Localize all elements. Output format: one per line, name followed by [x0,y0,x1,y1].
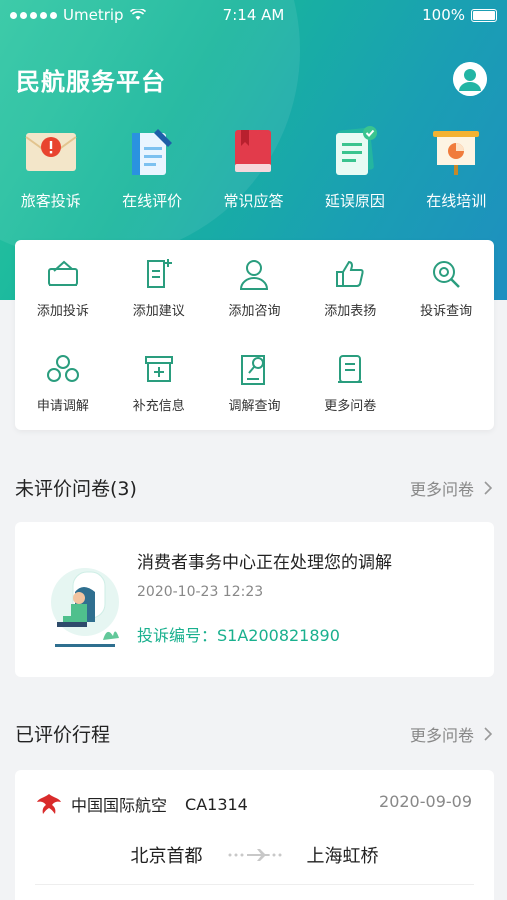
chevron-right-icon [484,480,492,495]
action-mediation-search[interactable]: 调解查询 [207,349,303,444]
survey-datetime: 2020-10-23 12:23 [137,584,264,600]
action-label: 添加表扬 [324,304,377,319]
add-complaint-icon [47,260,78,286]
unrated-section-title: 未评价问卷(3) [15,478,137,500]
battery-icon [471,8,497,22]
menu-knowledge[interactable]: 常识应答 [203,122,304,211]
action-complaint-search[interactable]: 投诉查询 [398,254,494,349]
action-more-survey[interactable]: 更多问卷 [302,349,398,444]
menu-evaluation-label: 在线评价 [122,192,183,210]
rated-section-header: 已评价行程 更多问卷 [15,720,492,747]
menu-delay[interactable]: 延误原因 [304,122,405,211]
arrival-city: 上海虹桥 [306,846,379,867]
action-label: 添加投诉 [36,304,89,319]
menu-evaluation[interactable]: 在线评价 [101,122,202,211]
knowledge-book-icon [235,130,272,172]
add-consult-icon [240,260,269,290]
complaint-number: 投诉编号：S1A200821890 [137,626,340,645]
rated-section-title: 已评价行程 [15,724,111,746]
survey-card[interactable]: 消费者事务中心正在处理您的调解 2020-10-23 12:23 投诉编号：S1… [15,522,494,677]
action-label: 更多问卷 [324,399,377,414]
action-label: 添加建议 [132,304,185,319]
avatar[interactable] [453,62,487,96]
top-menu: 旅客投诉 在线评价 常识应答 延误原因 在线培训 [0,122,507,211]
battery-percent: 100% [422,6,465,24]
user-icon [453,62,487,96]
menu-delay-label: 延误原因 [324,192,385,210]
complaint-search-icon [433,261,460,288]
flight-number: CA1314 [185,794,248,814]
action-mediation[interactable]: 申请调解 [15,349,111,444]
survey-title: 消费者事务中心正在处理您的调解 [137,553,392,573]
menu-training-label: 在线培训 [426,192,487,210]
air-china-logo-icon [37,794,61,814]
rated-more-link[interactable]: 更多问卷 [410,722,492,746]
rated-more-label: 更多问卷 [409,725,474,745]
more-survey-icon [338,355,363,383]
action-add-praise[interactable]: 添加表扬 [302,254,398,349]
complaint-envelope-icon [25,133,77,171]
status-bar: Umetrip 7:14 AM 100% [0,0,507,32]
action-add-complaint[interactable]: 添加投诉 [15,254,111,349]
unrated-section-header: 未评价问卷(3) 更多问卷 [15,474,492,501]
airline-name: 中国国际航空 [71,796,168,815]
action-label: 添加咨询 [228,304,281,319]
menu-complaint-label: 旅客投诉 [20,192,81,210]
action-label: 投诉查询 [420,304,473,319]
action-label: 调解查询 [228,399,281,414]
airline-row: 中国国际航空 CA1314 [35,792,248,816]
page-title: 民航服务平台 [16,68,166,96]
action-label: 补充信息 [132,399,185,414]
trip-date: 2020-09-09 [379,792,472,811]
menu-complaint[interactable]: 旅客投诉 [0,122,101,211]
add-suggestion-icon [146,259,172,288]
action-supplement[interactable]: 补充信息 [111,349,207,444]
action-label: 申请调解 [36,399,89,414]
illustration-image [35,552,135,662]
chevron-right-icon [484,726,492,741]
trip-card[interactable]: 中国国际航空 CA1314 2020-09-09 北京首都 上海虹桥 [15,770,494,900]
action-add-consult[interactable]: 添加咨询 [207,254,303,349]
mediation-search-icon [241,355,266,385]
divider [35,884,474,885]
evaluation-notebook-icon [132,129,173,175]
unrated-more-link[interactable]: 更多问卷 [410,476,492,500]
action-add-suggestion[interactable]: 添加建议 [111,254,207,349]
supplement-box-icon [144,356,173,382]
menu-training[interactable]: 在线培训 [406,122,507,211]
unrated-more-label: 更多问卷 [409,479,474,499]
route: 北京首都 上海虹桥 [15,842,494,868]
quick-actions-panel: 添加投诉 添加建议 添加咨询 添加表扬 投诉查询 申请调解 补充信息 调解查询 [15,240,494,430]
battery: 100% [422,6,497,24]
plane-icon [227,849,283,861]
menu-knowledge-label: 常识应答 [223,192,284,210]
mediation-icon [46,355,79,382]
thumbs-up-icon [336,260,364,287]
training-board-icon [433,131,480,175]
delay-document-icon [335,126,377,175]
departure-city: 北京首都 [130,846,203,867]
